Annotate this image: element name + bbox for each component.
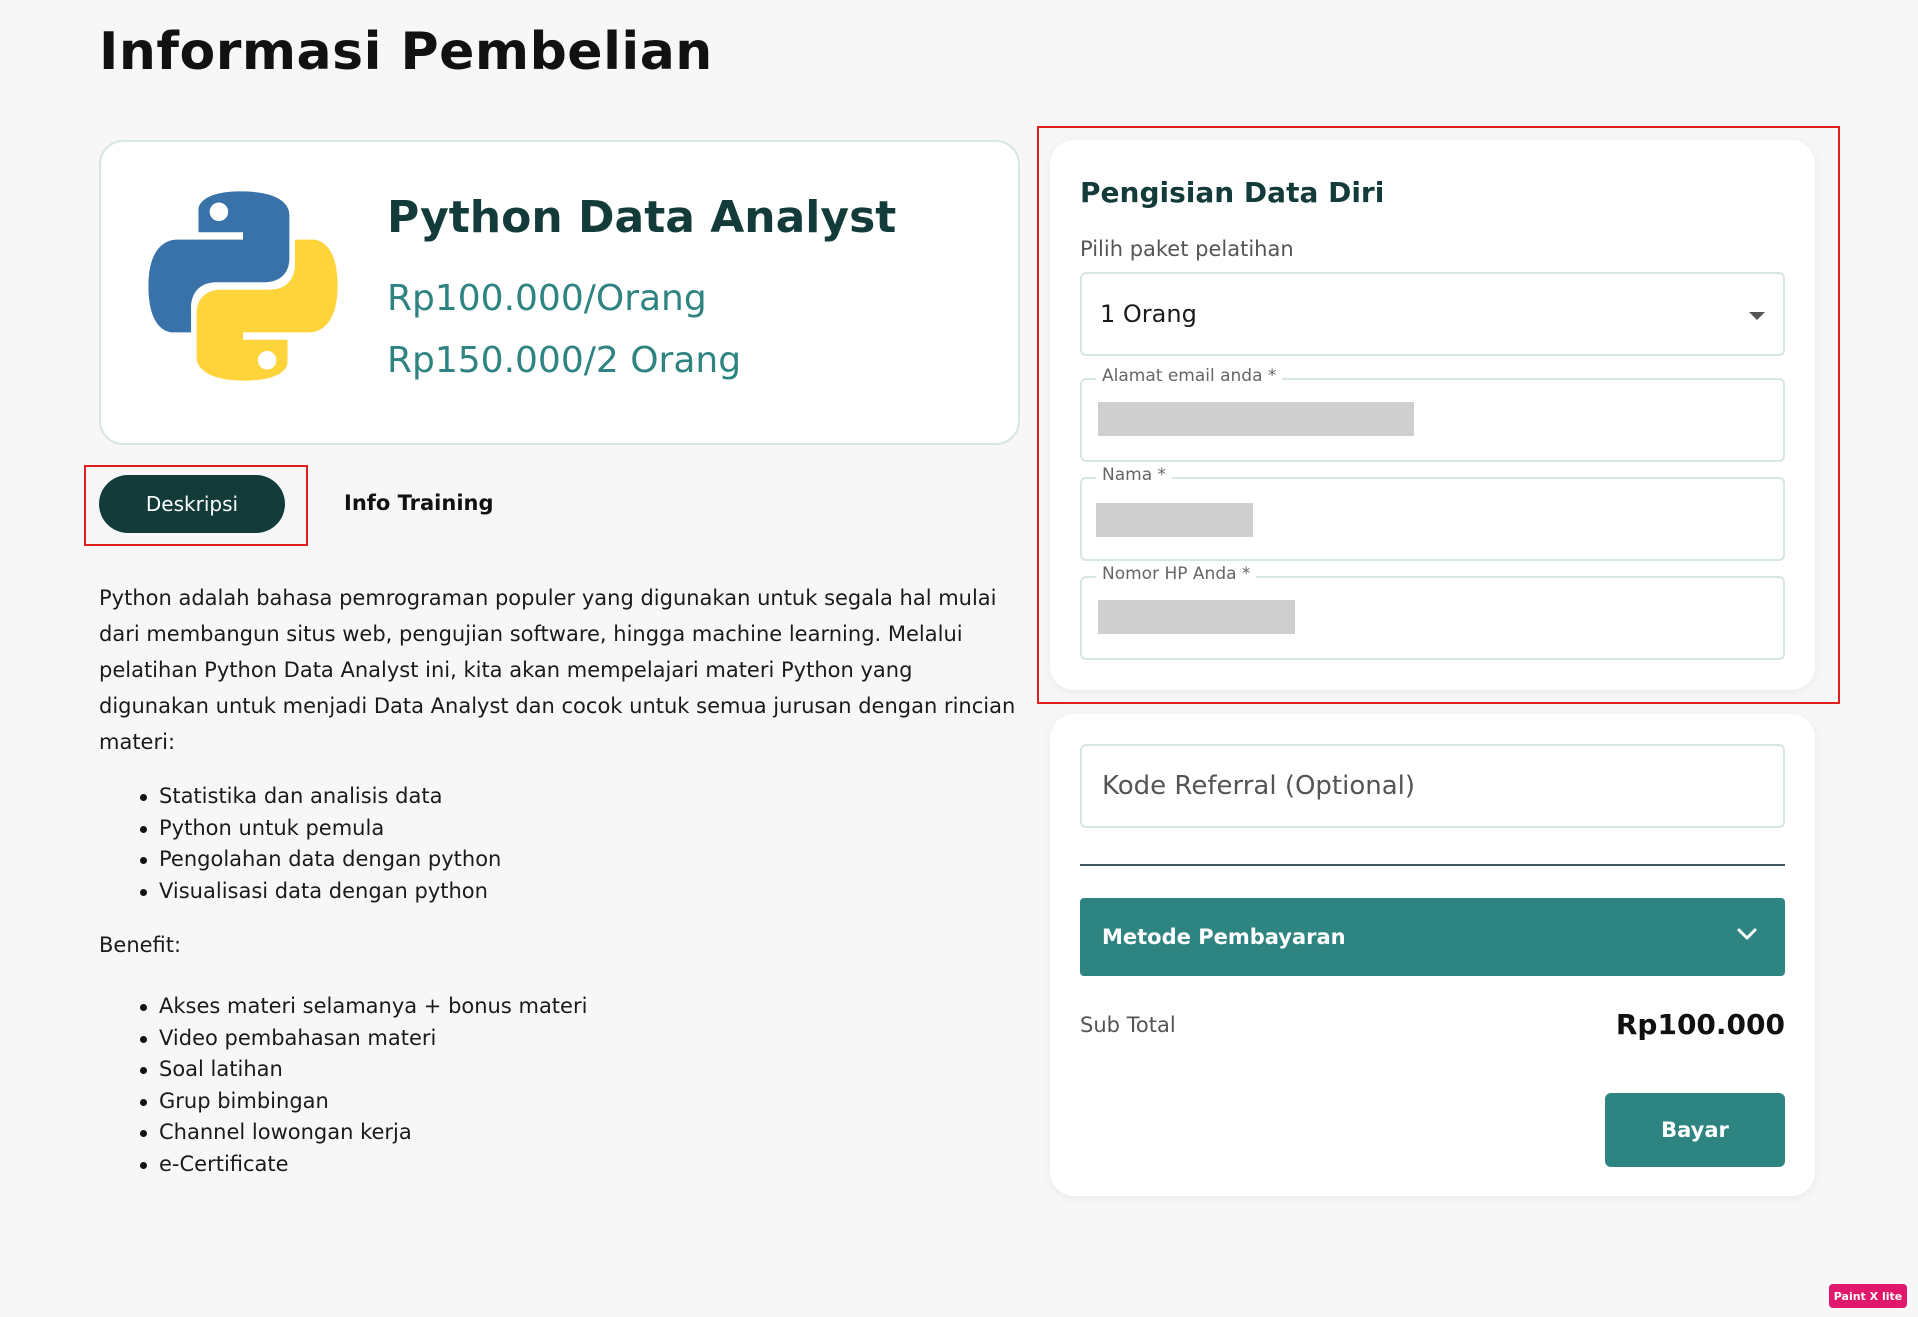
price-double: Rp150.000/2 Orang [387,340,742,381]
name-field[interactable]: Nama * [1080,465,1785,561]
list-item: Statistika dan analisis data [140,781,501,813]
list-item: Pengolahan data dengan python [140,844,501,876]
list-item: Akses materi selamanya + bonus materi [140,991,587,1023]
subtotal-value: Rp100.000 [1615,1008,1785,1041]
list-item: Channel lowongan kerja [140,1117,587,1149]
package-value: 1 Orang [1100,300,1197,328]
redacted-value [1098,600,1295,634]
payment-method-dropdown[interactable]: Metode Pembayaran [1080,898,1785,976]
chevron-down-icon [1737,928,1757,940]
divider [1080,864,1785,866]
paint-watermark-badge: Paint X lite [1829,1284,1907,1308]
personal-data-form: Pengisian Data Diri Pilih paket pelatiha… [1050,140,1815,690]
price-single: Rp100.000/Orang [387,278,707,319]
tab-info-training[interactable]: Info Training [344,491,494,515]
phone-field[interactable]: Nomor HP Anda * [1080,564,1785,660]
redacted-value [1096,503,1253,537]
pay-button[interactable]: Bayar [1605,1093,1785,1167]
list-item: e-Certificate [140,1149,587,1181]
benefit-list: Akses materi selamanya + bonus materi Vi… [140,991,587,1180]
caret-down-icon [1749,312,1765,320]
form-title: Pengisian Data Diri [1080,176,1385,209]
list-item: Grup bimbingan [140,1086,587,1118]
subtotal-label: Sub Total [1080,1013,1176,1037]
package-select[interactable]: 1 Orang [1080,272,1785,356]
redacted-value [1098,402,1414,436]
materi-list: Statistika dan analisis data Python untu… [140,781,501,907]
referral-input[interactable]: Kode Referral (Optional) [1080,744,1785,828]
email-label: Alamat email anda * [1096,366,1283,386]
phone-label: Nomor HP Anda * [1096,564,1257,584]
product-name: Python Data Analyst [387,192,897,243]
list-item: Visualisasi data dengan python [140,876,501,908]
email-field[interactable]: Alamat email anda * [1080,366,1785,462]
benefit-label: Benefit: [99,933,182,957]
list-item: Python untuk pemula [140,813,501,845]
python-logo [148,191,338,381]
tab-deskripsi[interactable]: Deskripsi [99,475,285,533]
product-card: Python Data Analyst Rp100.000/Orang Rp15… [99,140,1020,445]
list-item: Video pembahasan materi [140,1023,587,1055]
name-label: Nama * [1096,465,1173,485]
payment-card: Kode Referral (Optional) Metode Pembayar… [1050,714,1815,1196]
page-title: Informasi Pembelian [99,22,713,82]
payment-method-label: Metode Pembayaran [1102,925,1346,949]
description-paragraph: Python adalah bahasa pemrograman populer… [99,586,1016,754]
list-item: Soal latihan [140,1054,587,1086]
package-label: Pilih paket pelatihan [1080,237,1294,261]
